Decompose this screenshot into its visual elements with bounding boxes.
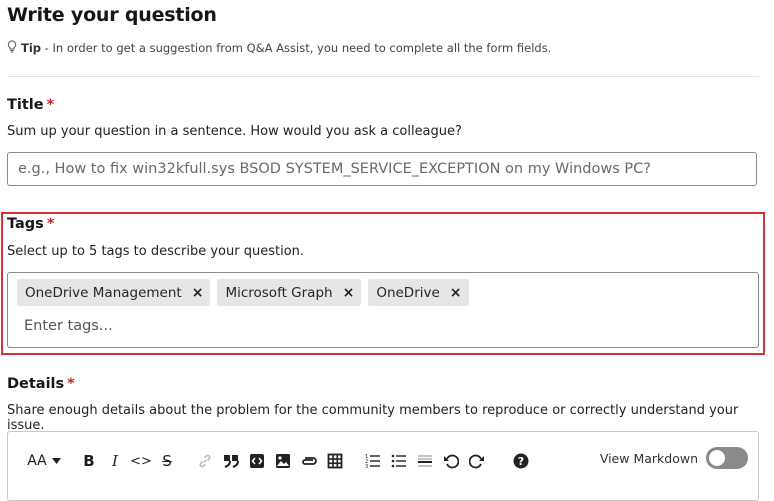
divider: [7, 76, 759, 77]
close-icon[interactable]: ×: [192, 285, 204, 301]
tag-chip-label: Microsoft Graph: [225, 284, 333, 301]
font-size-button[interactable]: AA: [26, 450, 48, 472]
editor-toolbar: AA B I <> S 123 ?: [26, 450, 534, 472]
tag-chip-label: OneDrive Management: [25, 284, 182, 301]
close-icon[interactable]: ×: [450, 285, 462, 301]
link-icon[interactable]: [192, 450, 218, 472]
tag-chip: Microsoft Graph ×: [217, 279, 362, 306]
required-mark: *: [67, 376, 75, 392]
chevron-down-icon[interactable]: [48, 450, 64, 472]
required-mark: *: [46, 216, 55, 232]
attachment-icon[interactable]: [296, 450, 322, 472]
title-label: Title *: [7, 97, 55, 113]
svg-text:3: 3: [365, 464, 368, 469]
help-icon[interactable]: ?: [508, 450, 534, 472]
required-mark: *: [46, 97, 55, 113]
tags-entry-input[interactable]: [24, 315, 424, 337]
view-markdown-control: View Markdown: [600, 447, 748, 469]
strikethrough-button[interactable]: S: [154, 450, 180, 472]
inline-code-button[interactable]: <>: [128, 450, 154, 472]
italic-button[interactable]: I: [102, 450, 128, 472]
tags-help-text: Select up to 5 tags to describe your que…: [7, 244, 305, 259]
ordered-list-icon[interactable]: 123: [360, 450, 386, 472]
image-icon[interactable]: [270, 450, 296, 472]
tip-label: Tip: [21, 41, 42, 55]
bold-button[interactable]: B: [76, 450, 102, 472]
redo-icon[interactable]: [464, 450, 490, 472]
tags-input-box[interactable]: OneDrive Management × Microsoft Graph × …: [7, 272, 759, 348]
quote-icon[interactable]: [218, 450, 244, 472]
code-block-icon[interactable]: [244, 450, 270, 472]
title-input[interactable]: [7, 152, 757, 186]
tags-label: Tags *: [7, 216, 55, 232]
page-title: Write your question: [7, 4, 217, 26]
tag-chip: OneDrive ×: [368, 279, 469, 306]
undo-icon[interactable]: [438, 450, 464, 472]
tag-chip: OneDrive Management ×: [17, 279, 211, 306]
tip-row: Tip - In order to get a suggestion from …: [7, 40, 551, 56]
tip-text: - In order to get a suggestion from Q&A …: [41, 41, 552, 55]
close-icon[interactable]: ×: [343, 285, 355, 301]
table-icon[interactable]: [322, 450, 348, 472]
details-label: Details *: [7, 376, 75, 392]
view-markdown-label: View Markdown: [599, 450, 698, 466]
svg-text:?: ?: [518, 455, 524, 468]
details-help-text: Share enough details about the problem f…: [7, 403, 739, 433]
view-markdown-toggle[interactable]: [706, 447, 748, 469]
tag-chip-label: OneDrive: [376, 284, 440, 301]
title-help-text: Sum up your question in a sentence. How …: [7, 124, 462, 139]
horizontal-rule-icon[interactable]: [412, 450, 438, 472]
lightbulb-icon: [7, 40, 17, 56]
unordered-list-icon[interactable]: [386, 450, 412, 472]
